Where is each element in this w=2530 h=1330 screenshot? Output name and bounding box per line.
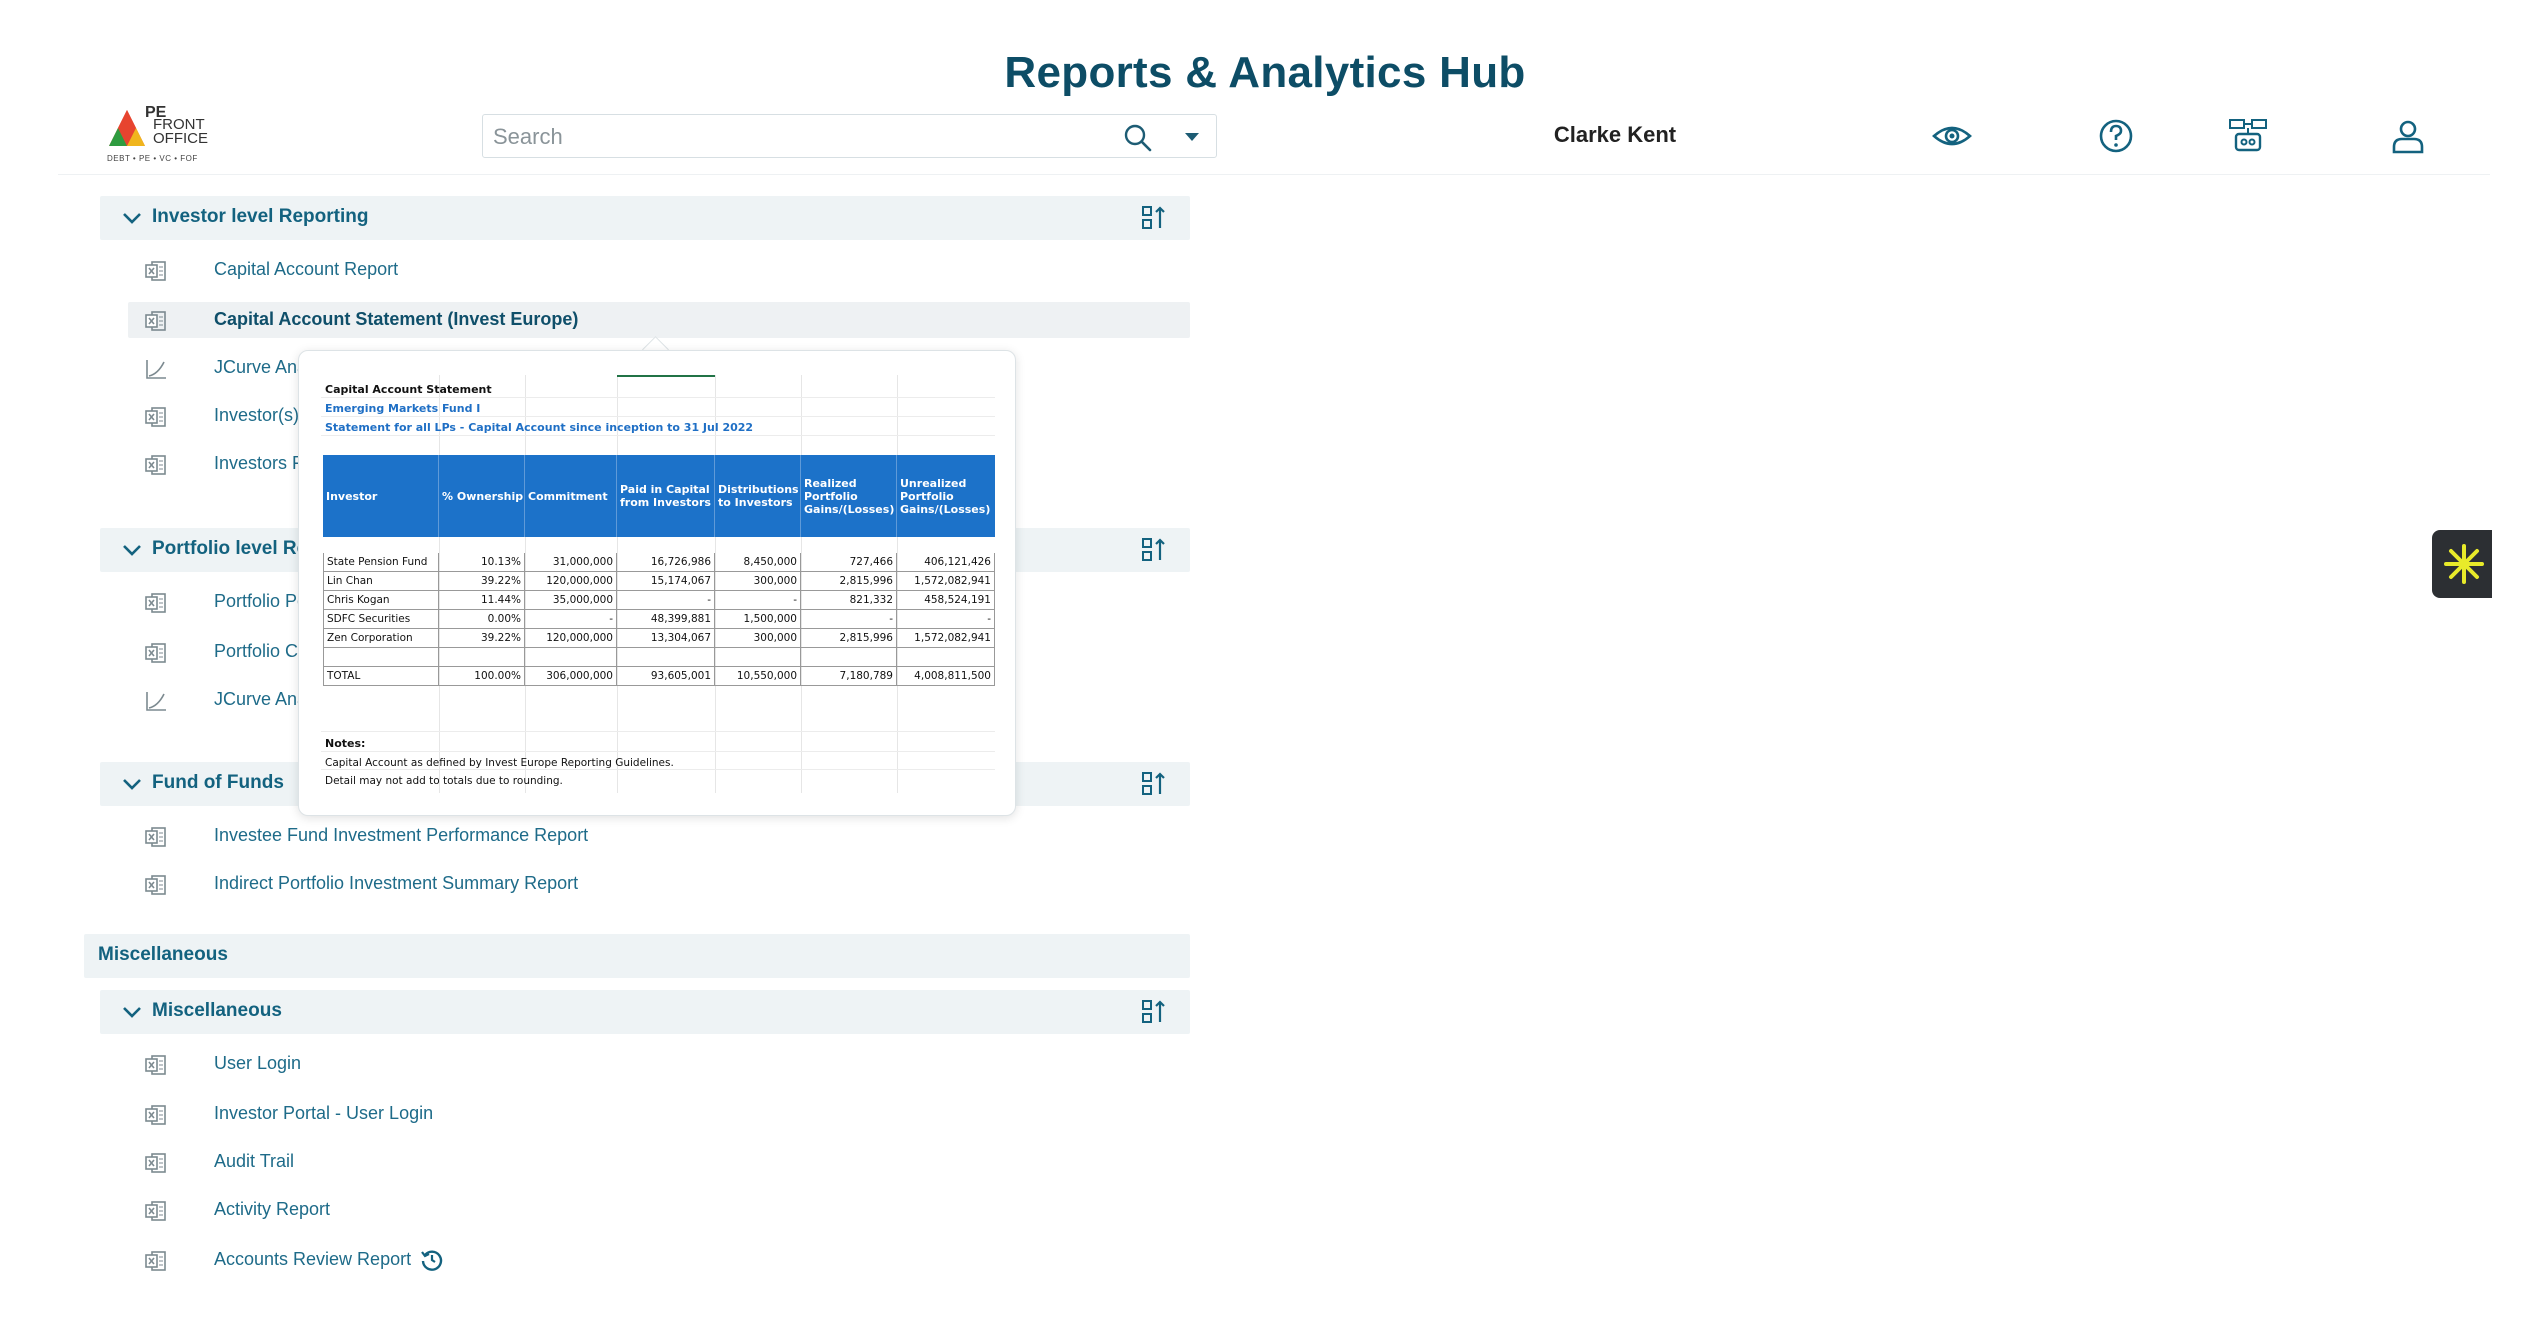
report-label: Activity Report (214, 1199, 331, 1219)
sort-icon[interactable] (1140, 770, 1168, 798)
excel-icon (145, 1055, 166, 1075)
statement-total-row: TOTAL 100.00% 306,000,000 93,605,001 10,… (323, 667, 995, 686)
section-label: Investor level Reporting (152, 206, 369, 227)
excel-icon (145, 827, 166, 847)
sort-icon[interactable] (1140, 998, 1168, 1026)
section-investor-level-reporting[interactable]: Investor level Reporting (100, 196, 1190, 240)
report-label: Investors F (214, 453, 304, 473)
statement-fund: Emerging Markets Fund I (325, 402, 481, 415)
report-item[interactable]: Accounts Review Report (128, 1242, 1190, 1278)
report-label: Capital Account Report (214, 259, 399, 279)
excel-icon (145, 1251, 166, 1271)
report-label: Audit Trail (214, 1151, 295, 1171)
section-miscellaneous[interactable]: Miscellaneous (100, 990, 1190, 1034)
col-header: Unrealized Portfolio Gains/(Losses) (900, 476, 991, 516)
report-preview-popover: Capital Account Statement Emerging Marke… (298, 350, 1016, 816)
report-item[interactable]: User Login (128, 1046, 1190, 1082)
header-divider (58, 174, 2490, 175)
group-label: Miscellaneous (98, 944, 228, 965)
report-label: User Login (214, 1053, 302, 1073)
report-item[interactable]: Audit Trail (128, 1144, 1190, 1180)
chevron-down-icon[interactable] (120, 206, 144, 230)
excel-icon (145, 643, 166, 663)
user-icon[interactable] (2386, 114, 2430, 158)
excel-icon (145, 1153, 166, 1173)
report-item[interactable]: Indirect Portfolio Investment Summary Re… (128, 866, 1190, 902)
logo-tagline: DEBT • PE • VC • FOF (107, 154, 198, 163)
report-item[interactable]: Investee Fund Investment Performance Rep… (128, 818, 1190, 854)
report-label: JCurve Ana (214, 689, 308, 709)
report-item[interactable]: Activity Report (128, 1192, 1190, 1228)
statement-subtitle: Statement for all LPs - Capital Account … (325, 421, 754, 434)
statement-row: State Pension Fund 10.13% 31,000,000 16,… (323, 553, 995, 572)
report-label: Investor Portal - User Login (214, 1103, 434, 1123)
logo-mark (109, 110, 145, 146)
help-icon[interactable] (2094, 114, 2138, 158)
report-label: Portfolio Co (214, 641, 309, 661)
statement-notes-label: Notes: (325, 737, 366, 750)
excel-icon (145, 875, 166, 895)
chevron-down-icon[interactable] (1181, 127, 1203, 147)
statement-spacer-row (323, 648, 995, 667)
statement-title: Capital Account Statement (325, 383, 492, 396)
col-header: Distributions to Investors (715, 455, 801, 537)
integration-icon[interactable] (2226, 114, 2270, 158)
search-icon[interactable] (1123, 123, 1153, 153)
assistant-widget[interactable] (2432, 530, 2492, 598)
statement-note: Detail may not add to totals due to roun… (325, 775, 563, 787)
search-bar (482, 114, 1217, 159)
search-input[interactable] (491, 115, 1095, 159)
section-label: Portfolio level Rep (152, 538, 319, 559)
report-label: Portfolio Pe (214, 591, 308, 611)
chevron-down-icon[interactable] (120, 772, 144, 796)
report-label: JCurve Ana (214, 357, 308, 377)
excel-icon (145, 455, 166, 475)
section-label: Miscellaneous (152, 1000, 282, 1021)
excel-icon (145, 1105, 166, 1125)
statement-row: Chris Kogan 11.44% 35,000,000 - - 821,33… (323, 591, 995, 610)
statement-row: Zen Corporation 39.22% 120,000,000 13,30… (323, 629, 995, 648)
col-header: Investor (323, 455, 439, 537)
chart-icon (146, 692, 166, 711)
logo-text-office: OFFICE (153, 130, 208, 147)
col-header: Realized Portfolio Gains/(Losses) (801, 455, 897, 537)
report-label: Capital Account Statement (Invest Europe… (214, 309, 579, 329)
excel-icon (145, 407, 166, 427)
col-header: Commitment (525, 455, 617, 537)
excel-icon (145, 261, 166, 281)
report-label: Indirect Portfolio Investment Summary Re… (214, 873, 579, 893)
spreadsheet-preview: Capital Account Statement Emerging Marke… (321, 375, 995, 793)
report-label: Investor(s) (214, 405, 300, 425)
user-name: Clarke Kent (1553, 122, 1677, 147)
sort-icon[interactable] (1140, 204, 1168, 232)
excel-icon (145, 1201, 166, 1221)
chevron-down-icon[interactable] (120, 538, 144, 562)
statement-row: Lin Chan 39.22% 120,000,000 15,174,067 3… (323, 572, 995, 591)
logo-text-front-office: FRONT OFFICE (153, 117, 208, 147)
group-miscellaneous[interactable]: Miscellaneous (84, 934, 1190, 978)
statement-note: Capital Account as defined by Invest Eur… (325, 757, 674, 769)
report-item-active[interactable]: Capital Account Statement (Invest Europe… (128, 302, 1190, 338)
statement-header-row: Investor % Ownership Commitment Paid in … (323, 455, 995, 537)
excel-icon (145, 311, 166, 331)
col-header: Paid in Capital from Investors (617, 455, 715, 537)
excel-icon (145, 593, 166, 613)
statement-row: SDFC Securities 0.00% - 48,399,881 1,500… (323, 610, 995, 629)
section-label: Fund of Funds (152, 772, 284, 793)
report-item[interactable]: Capital Account Report (128, 252, 1190, 288)
page-title: Reports & Analytics Hub (1004, 48, 1526, 97)
chart-icon (146, 360, 166, 379)
report-label: Investee Fund Investment Performance Rep… (214, 825, 589, 845)
history-icon[interactable] (419, 1247, 445, 1273)
report-label: Accounts Review Report (214, 1249, 412, 1269)
col-header: % Ownership (439, 455, 525, 537)
report-item[interactable]: Investor Portal - User Login (128, 1096, 1190, 1132)
eye-icon[interactable] (1930, 114, 1974, 158)
chevron-down-icon[interactable] (120, 1000, 144, 1024)
app-logo[interactable]: PE FRONT OFFICE DEBT • PE • VC • FOF (105, 104, 215, 166)
active-cell-marker (617, 375, 715, 377)
sparkle-icon (2444, 544, 2484, 584)
sort-icon[interactable] (1140, 536, 1168, 564)
